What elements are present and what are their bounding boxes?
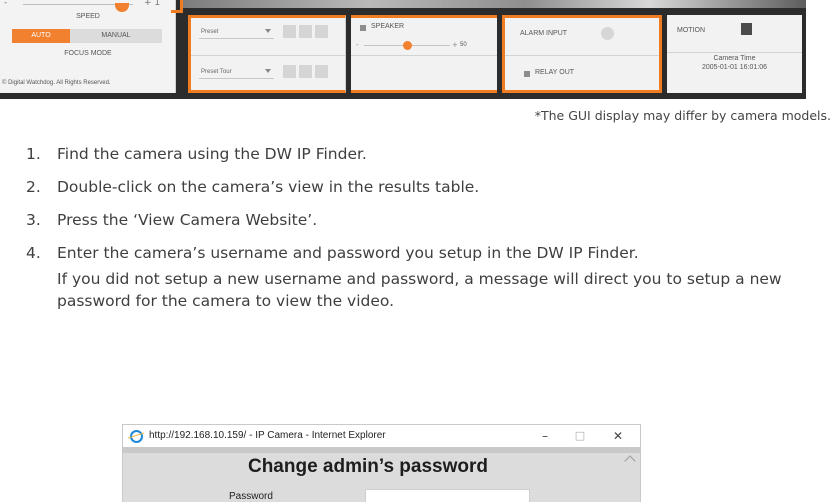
window-titlebar: http://192.168.10.159/ - IP Camera - Int… (123, 425, 640, 447)
focus-manual-button[interactable]: MANUAL (70, 29, 162, 43)
speaker-label: SPEAKER (371, 23, 405, 30)
video-preview (182, 0, 806, 8)
alarm-indicator-icon (601, 27, 614, 40)
instruction-steps: 1. Find the camera using the DW IP Finde… (26, 143, 826, 323)
camera-time-value: 2005-01-01 16:01:06 (702, 64, 767, 71)
list-item: 4. Enter the camera’s username and passw… (26, 242, 826, 312)
divider (505, 55, 659, 56)
preset-select[interactable]: Preset (199, 25, 274, 39)
tour-add-button[interactable] (299, 65, 312, 78)
relay-out-checkbox[interactable] (524, 71, 530, 77)
speaker-plus-label: + (452, 41, 458, 49)
speaker-volume-knob[interactable] (403, 41, 412, 50)
password-label: Password (229, 491, 273, 502)
left-control-panel: - + 1 SPEED AUTO MANUAL FOCUS MODE © Dig… (0, 0, 176, 93)
speaker-checkbox[interactable] (360, 25, 366, 31)
camera-time: Camera Time 2005-01-01 16:01:06 (667, 54, 802, 72)
preset-go-button[interactable] (315, 25, 328, 38)
step-text: Enter the camera’s username and password… (57, 244, 639, 262)
list-item: 3. Press the ‘View Camera Website’. (26, 209, 826, 231)
step-text: Double-click on the camera’s view in the… (57, 178, 480, 196)
page-title: Change admin’s password (247, 456, 488, 477)
focus-auto-button[interactable]: AUTO (12, 29, 70, 43)
internet-explorer-icon (130, 430, 143, 443)
preset-tour-select-value: Preset Tour (201, 69, 232, 75)
window-title: http://192.168.10.159/ - IP Camera - Int… (149, 430, 386, 441)
password-input[interactable] (365, 489, 530, 502)
step-text: Find the camera using the DW IP Finder. (57, 145, 367, 163)
speed-plus-label: + 1 (144, 0, 161, 8)
preset-panel: Preset Preset Tour (188, 15, 346, 93)
speed-slider-knob[interactable] (115, 3, 129, 12)
chevron-down-icon (265, 69, 271, 73)
motion-label: MOTION (677, 27, 705, 34)
camera-time-label: Camera Time (713, 55, 756, 62)
camera-gui-screenshot: - + 1 SPEED AUTO MANUAL FOCUS MODE © Dig… (0, 0, 831, 102)
maximize-button[interactable]: □ (571, 428, 589, 444)
scroll-up-icon[interactable] (624, 455, 636, 467)
speaker-volume-value: 50 (460, 42, 467, 48)
preset-select-value: Preset (201, 29, 219, 35)
tour-delete-button[interactable] (283, 65, 296, 78)
step-number: 2. (26, 178, 41, 196)
ie-password-dialog: http://192.168.10.159/ - IP Camera - Int… (122, 424, 641, 502)
dialog-body: Change admin’s password Password (123, 447, 640, 502)
highlight-box-left (171, 0, 183, 13)
preset-delete-button[interactable] (283, 25, 296, 38)
divider (191, 55, 345, 56)
list-item: 1. Find the camera using the DW IP Finde… (26, 143, 826, 165)
step-text: Press the ‘View Camera Website’. (57, 211, 318, 229)
alarm-input-label: ALARM INPUT (520, 30, 568, 37)
speed-label: SPEED (76, 13, 100, 20)
copyright-text: © Digital Watchdog. All Rights Reserved. (2, 80, 111, 86)
running-person-icon (741, 23, 752, 35)
divider (667, 52, 802, 53)
tour-play-button[interactable] (315, 65, 328, 78)
speed-minus-label: - (4, 0, 8, 8)
speaker-minus-label: - (356, 41, 359, 49)
step-number: 4. (26, 244, 41, 262)
speed-slider[interactable] (23, 3, 133, 12)
close-button[interactable]: ✕ (609, 428, 627, 444)
focus-mode-label: FOCUS MODE (64, 50, 112, 57)
list-item: 2. Double-click on the camera’s view in … (26, 176, 826, 198)
minimize-button[interactable]: – (536, 428, 554, 444)
motion-panel: MOTION Camera Time 2005-01-01 16:01:06 (667, 15, 802, 93)
divider (351, 55, 497, 56)
gui-disclaimer: *The GUI display may differ by camera mo… (534, 108, 831, 123)
alarm-panel: ALARM INPUT RELAY OUT (502, 15, 662, 93)
relay-out-label: RELAY OUT (535, 69, 575, 76)
speaker-panel: SPEAKER - + 50 (351, 15, 497, 93)
step-number: 1. (26, 145, 41, 163)
chevron-down-icon (265, 29, 271, 33)
step-note: If you did not setup a new username and … (57, 270, 782, 310)
preset-add-button[interactable] (299, 25, 312, 38)
step-number: 3. (26, 211, 41, 229)
dialog-top-band (123, 447, 640, 453)
preset-tour-select[interactable]: Preset Tour (199, 65, 274, 79)
